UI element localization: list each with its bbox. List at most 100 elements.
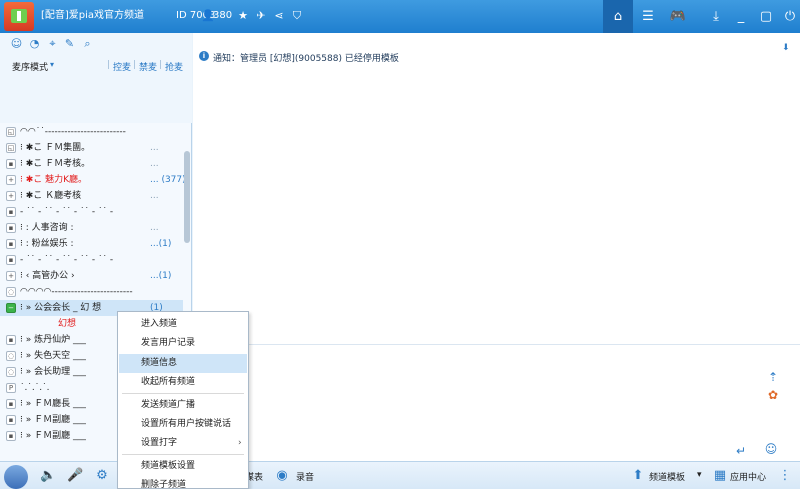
tree-row[interactable]: ▪ ⁝ : 粉丝娱乐 : ...(1) <box>0 236 183 252</box>
menu-separator <box>122 393 244 394</box>
channel-icon[interactable]: ◌ <box>6 351 16 361</box>
chevron-right-icon: › <box>238 438 242 448</box>
channel-icon[interactable]: + <box>6 175 16 185</box>
tree-row-count: ...(1) <box>150 239 172 249</box>
home-icon[interactable]: ⌂ <box>603 0 633 33</box>
tree-row[interactable]: + ⁝ ✱こ 魅力K廳。 ... (377) <box>0 172 186 188</box>
channel-icon[interactable]: + <box>6 191 16 201</box>
scroll-down-icon[interactable]: ⬇ <box>782 43 790 53</box>
avatar[interactable] <box>4 465 28 489</box>
list-icon[interactable]: ☰ <box>633 0 663 33</box>
context-menu-item-label: 删除子频道 <box>141 480 187 489</box>
star-icon[interactable]: ★ <box>236 9 250 23</box>
tree-row[interactable]: + ⁝ ✱こ Ｋ廳考核... <box>0 188 183 204</box>
context-menu-item[interactable]: 频道信息 <box>119 354 247 373</box>
chevron-down-icon[interactable]: ▾ <box>50 60 54 69</box>
tree-row-label: ◠◠˙˙------------------------- <box>20 127 126 137</box>
record-icon[interactable]: ◉ <box>274 468 290 484</box>
context-menu-item-label: 设置所有用户按键说话 <box>141 419 232 429</box>
channel-icon[interactable]: ◌ <box>6 287 16 297</box>
tree-row-label: ⁝ » ＦＭ副廳 ___ <box>20 415 87 425</box>
share-icon[interactable]: ⋖ <box>272 9 286 23</box>
notice-text: 通知：管理员 [幻想](9005588) 已经停用模板 <box>213 54 399 64</box>
tree-row[interactable]: ▪ ⁝ ✱こ ＦＭ考核。... <box>0 156 183 172</box>
channel-template-button[interactable]: 频道模板 <box>649 470 685 483</box>
tree-row-label: ⁝ ✱こ ＦＭ考核。 <box>20 159 91 169</box>
tree-row-label: ⁝ ✱こ ＦＭ集團。 <box>20 143 91 153</box>
tree-row-count: ... <box>150 159 159 169</box>
grab-mic-link[interactable]: 抢麦 <box>165 60 183 73</box>
people-icon[interactable]: ☺ <box>10 37 23 50</box>
mixer-icon[interactable]: ⚙ <box>94 468 110 484</box>
channel-icon[interactable]: ◱ <box>6 143 16 153</box>
tree-row-label: ⁝ : 粉丝娱乐 : <box>20 239 74 249</box>
info-icon: i <box>199 51 209 61</box>
context-menu-item[interactable]: 收起所有频道 <box>119 373 247 392</box>
chevron-down-icon[interactable]: ▾ <box>697 470 702 480</box>
tree-row[interactable]: ◌ ◠◠◠◠------------------------- <box>0 284 183 300</box>
channel-icon[interactable]: ◱ <box>6 127 16 137</box>
context-menu-item[interactable]: 频道模板设置 <box>119 457 247 476</box>
tree-row[interactable]: ▪ ⁝ : 人事咨询 :... <box>0 220 183 236</box>
divider: | <box>159 60 163 70</box>
send-icon[interactable]: ↵ <box>733 443 749 459</box>
tree-row[interactable]: ▪ - ˙˙ - ˙˙ - ˙˙ - ˙˙ - ˙˙ - <box>0 252 183 268</box>
context-menu-item[interactable]: 发送频道广播 <box>119 396 247 415</box>
tree-row-label: ◠◠◠◠------------------------- <box>20 287 133 297</box>
context-menu-item-label: 收起所有频道 <box>141 377 196 387</box>
context-menu-item[interactable]: 发言用户记录 <box>119 334 247 353</box>
tree-row[interactable]: + ⁝ ‹ 高管办公 › ...(1) <box>0 268 183 284</box>
template-icon[interactable]: ⬆ <box>630 468 646 484</box>
divider: | <box>107 60 111 70</box>
shield-icon[interactable]: ⛉ <box>290 9 304 23</box>
speaker-icon[interactable]: 🔈 <box>40 468 56 484</box>
scroll-up-icon[interactable]: ⇡ <box>765 369 781 385</box>
flower-icon[interactable]: ✿ <box>765 387 781 403</box>
app-center-icon[interactable]: ▦ <box>712 468 728 484</box>
context-menu-item[interactable]: 设置打字 › <box>119 434 247 453</box>
tree-row-label: ⁝ » 公会会长 _ 幻 想 <box>20 303 102 313</box>
channel-icon[interactable]: ▪ <box>6 159 16 169</box>
tree-row[interactable]: ▪ - ˙˙ - ˙˙ - ˙˙ - ˙˙ - ˙˙ - <box>0 204 183 220</box>
context-menu-item-label: 发送频道广播 <box>141 400 196 410</box>
emoji-icon[interactable]: ☺ <box>763 441 779 457</box>
channel-icon[interactable]: − <box>6 303 16 313</box>
mic-icon[interactable]: 🎤 <box>67 468 83 484</box>
online-count: 380 <box>213 10 233 21</box>
edit-icon[interactable]: ✎ <box>63 37 76 50</box>
channel-icon[interactable]: ▪ <box>6 431 16 441</box>
context-menu-item[interactable]: 删除子频道 <box>119 476 247 489</box>
sort-mode-select[interactable]: 麦序模式 <box>12 60 48 73</box>
context-menu-item[interactable]: 进入频道 <box>119 315 247 334</box>
gamepad-icon[interactable]: 🎮 <box>663 0 693 33</box>
channel-icon[interactable]: ▪ <box>6 415 16 425</box>
channel-icon[interactable]: P <box>6 383 16 393</box>
tree-scrollbar[interactable] <box>184 151 190 243</box>
context-menu-item-label: 设置打字 <box>141 438 178 448</box>
context-menu: 进入频道 发言用户记录 频道信息 收起所有频道 发送频道广播 设置所有用户按键说话 设置打字… <box>117 311 249 489</box>
search-icon[interactable]: ⌕ <box>81 37 94 50</box>
channel-icon[interactable]: ◌ <box>6 367 16 377</box>
plane-icon[interactable]: ✈ <box>254 9 268 23</box>
channel-icon[interactable]: ▪ <box>6 255 16 265</box>
more-icon[interactable]: ⋮ <box>777 468 793 484</box>
app-center-button[interactable]: 应用中心 <box>730 470 766 483</box>
ban-mic-link[interactable]: 禁麦 <box>139 60 157 73</box>
location-icon[interactable]: ⌖ <box>46 37 59 50</box>
context-menu-item[interactable]: 设置所有用户按键说话 <box>119 415 247 434</box>
channel-icon[interactable]: ▪ <box>6 335 16 345</box>
channel-icon[interactable]: ▪ <box>6 239 16 249</box>
message-input[interactable]: ✿ ⇡ ↵ ☺ <box>193 344 800 461</box>
channel-icon[interactable]: ▪ <box>6 223 16 233</box>
tree-row[interactable]: ◱ ⁝ ✱こ ＦＭ集團。... <box>0 140 183 156</box>
tree-row-count: ... (377) <box>150 175 186 185</box>
channel-icon[interactable]: ▪ <box>6 399 16 409</box>
chat-icon[interactable]: ◔ <box>28 37 41 50</box>
power-icon[interactable]: ⏻ <box>775 0 800 33</box>
title-bar: [配音]爱pia戏官方频道 ID 7068 👤 380 ★ ✈ ⋖ ⛉ ⌂ ☰ … <box>0 0 800 33</box>
channel-icon[interactable]: + <box>6 271 16 281</box>
record-button[interactable]: 录音 <box>296 470 314 483</box>
channel-icon[interactable]: ▪ <box>6 207 16 217</box>
tree-row[interactable]: ◱ ◠◠˙˙------------------------- <box>0 124 183 140</box>
control-mic-link[interactable]: 控麦 <box>113 60 131 73</box>
